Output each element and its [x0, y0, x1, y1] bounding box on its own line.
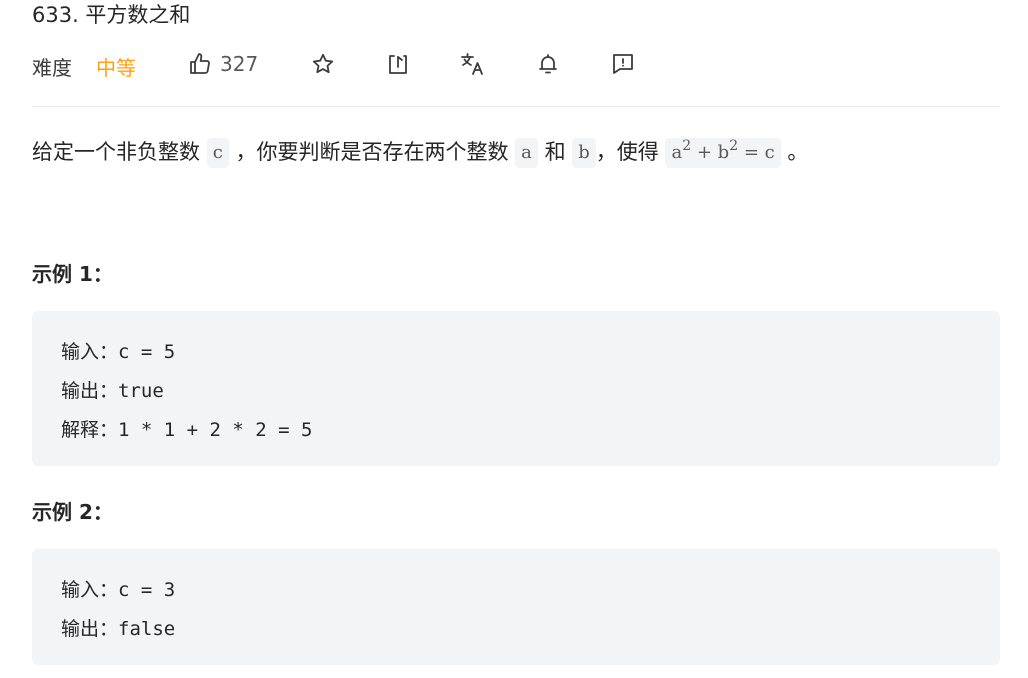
- eq-part: = c: [738, 142, 775, 163]
- desc-text: 。: [787, 140, 809, 164]
- desc-text: 给定一个非负整数: [32, 140, 200, 164]
- desc-text: ，你要判断是否存在两个整数: [235, 140, 509, 164]
- difficulty-badge: 中等: [96, 56, 136, 80]
- eq-part: + b: [691, 142, 730, 163]
- like-count: 327: [220, 52, 259, 76]
- example-1-input: 输入：c = 5: [61, 341, 176, 363]
- translate-icon: [460, 52, 486, 76]
- thumbs-up-icon: [188, 52, 212, 76]
- desc-text: ，使得: [595, 140, 659, 164]
- share-button[interactable]: [386, 50, 410, 78]
- problem-meta-bar: 难度 中等 327: [32, 46, 1000, 82]
- difficulty-label: 难度: [32, 56, 72, 80]
- problem-title: 633. 平方数之和: [32, 3, 191, 27]
- example-1-explanation: 解释：1 * 1 + 2 * 2 = 5: [61, 419, 313, 441]
- example-2-block: 输入：c = 3 输出：false: [32, 549, 1000, 665]
- inline-code-equation: a2 + b2 = c: [665, 138, 781, 168]
- eq-part: a: [671, 142, 683, 163]
- eq-exponent: 2: [729, 138, 739, 154]
- example-1-heading: 示例 1：: [32, 262, 113, 286]
- bell-icon: [536, 52, 560, 76]
- share-icon: [386, 52, 410, 76]
- favorite-button[interactable]: [311, 50, 335, 78]
- example-2-output: 输出：false: [61, 618, 176, 640]
- feedback-icon: [611, 52, 635, 76]
- inline-code-a: a: [515, 138, 538, 168]
- feedback-button[interactable]: [611, 50, 635, 78]
- desc-text: 和: [544, 140, 566, 164]
- like-button[interactable]: 327: [188, 50, 258, 78]
- example-2-input: 输入：c = 3: [61, 579, 176, 601]
- example-1-output: 输出：true: [61, 380, 164, 402]
- subscribe-button[interactable]: [536, 50, 560, 78]
- divider: [32, 106, 1000, 107]
- inline-code-c: c: [206, 138, 229, 168]
- example-2-heading: 示例 2：: [32, 500, 113, 524]
- problem-description: 给定一个非负整数 c ，你要判断是否存在两个整数 a 和 b ，使得 a2 + b…: [32, 132, 808, 172]
- inline-code-b: b: [572, 138, 596, 168]
- translate-button[interactable]: [460, 50, 486, 78]
- eq-exponent: 2: [682, 138, 692, 154]
- example-1-block: 输入：c = 5 输出：true 解释：1 * 1 + 2 * 2 = 5: [32, 311, 1000, 466]
- star-icon: [311, 52, 335, 76]
